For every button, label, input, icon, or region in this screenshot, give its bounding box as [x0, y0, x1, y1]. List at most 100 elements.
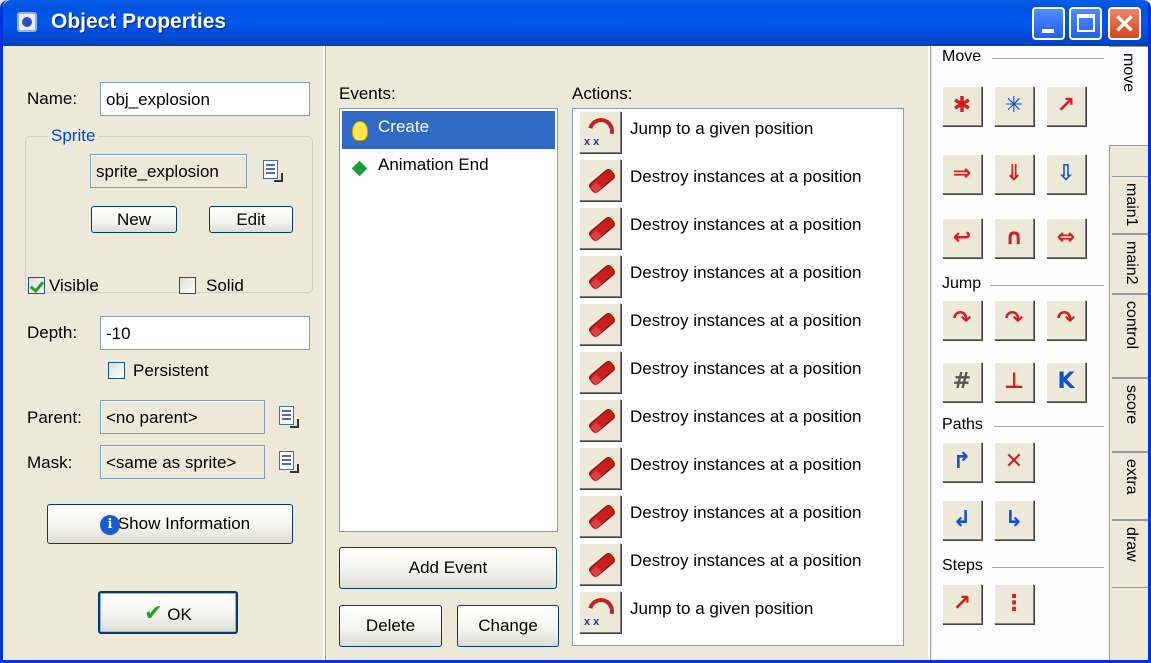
close-button[interactable]: × — [1108, 7, 1141, 40]
event-item-create[interactable]: Create — [342, 111, 555, 149]
speed-horizontal-icon[interactable]: ⇒ — [942, 154, 982, 194]
sprite-edit-button[interactable]: Edit — [209, 206, 293, 233]
step-towards-icon[interactable]: ↗ — [942, 584, 982, 624]
sprite-picker-icon[interactable] — [261, 159, 285, 183]
action-item[interactable]: Jump to a given position — [576, 589, 901, 636]
depth-field[interactable]: -10 — [100, 316, 310, 350]
minimize-button[interactable] — [1032, 7, 1065, 40]
jump-to-random-icon[interactable]: ↷ — [1046, 300, 1086, 340]
jump-to-start-icon[interactable]: ↷ — [994, 300, 1034, 340]
tab-score[interactable]: score — [1112, 378, 1148, 452]
action-label: Jump to a given position — [630, 599, 814, 618]
action-item[interactable]: Destroy instances at a position — [576, 205, 901, 252]
action-item[interactable]: Destroy instances at a position — [576, 493, 901, 540]
move-towards-icon[interactable]: ↗ — [1046, 86, 1086, 126]
section-divider — [992, 567, 1104, 569]
ok-label: OK — [167, 605, 192, 624]
jump-to-position-icon[interactable]: ↷ — [942, 300, 982, 340]
move-fixed-icon[interactable]: ✱ — [942, 86, 982, 126]
section-paths-label: Paths — [942, 416, 983, 433]
action-label: Destroy instances at a position — [630, 551, 862, 570]
action-label: Jump to a given position — [630, 119, 814, 138]
change-event-button[interactable]: Change — [457, 605, 559, 647]
visible-checkbox[interactable] — [28, 277, 45, 294]
object-properties-window: Object Properties × Name: obj_explosion … — [0, 0, 1151, 663]
destroy-position-icon — [579, 255, 621, 297]
depth-label: Depth: — [27, 323, 78, 342]
persistent-checkbox[interactable] — [108, 362, 125, 379]
solid-label: Solid — [206, 276, 244, 295]
tab-main2[interactable]: main2 — [1112, 234, 1148, 294]
mask-picker-icon[interactable] — [277, 450, 301, 474]
action-label: Destroy instances at a position — [630, 503, 862, 522]
parent-picker-icon[interactable] — [277, 405, 301, 429]
set-gravity-icon[interactable]: ⇩ — [1046, 154, 1086, 194]
speed-vertical-icon[interactable]: ⇓ — [994, 154, 1034, 194]
path-position-icon[interactable]: ↲ — [942, 500, 982, 540]
lightbulb-icon — [352, 121, 368, 141]
action-label: Destroy instances at a position — [630, 263, 862, 282]
wrap-screen-icon[interactable]: ⊥ — [994, 362, 1034, 402]
align-to-grid-icon[interactable]: # — [942, 362, 982, 402]
actions-label: Actions: — [572, 84, 633, 103]
tab-extra[interactable]: extra — [1112, 452, 1148, 520]
action-item[interactable]: Jump to a given position — [576, 109, 901, 156]
ok-button[interactable]: ✔ OK — [98, 591, 238, 634]
checkmark-icon: ✔ — [144, 601, 163, 626]
show-information-button[interactable]: i Show Information — [47, 504, 293, 544]
path-speed-icon[interactable]: ↳ — [994, 500, 1034, 540]
tab-label: main1 — [1123, 183, 1140, 227]
green-diamond-icon — [351, 160, 368, 177]
action-item[interactable]: Destroy instances at a position — [576, 445, 901, 492]
parent-field[interactable]: <no parent> — [100, 400, 265, 434]
tab-draw[interactable]: draw — [1112, 520, 1148, 588]
event-item-animation-end[interactable]: Animation End — [342, 149, 555, 187]
solid-checkbox[interactable] — [179, 277, 196, 294]
action-item[interactable]: Destroy instances at a position — [576, 301, 901, 348]
tab-main1[interactable]: main1 — [1112, 176, 1148, 234]
action-item[interactable]: Destroy instances at a position — [576, 349, 901, 396]
action-item[interactable]: Destroy instances at a position — [576, 397, 901, 444]
add-event-button[interactable]: Add Event — [339, 547, 557, 589]
action-label: Destroy instances at a position — [630, 455, 862, 474]
move-free-icon[interactable]: ✳ — [994, 86, 1034, 126]
name-field[interactable]: obj_explosion — [100, 82, 310, 116]
parent-label: Parent: — [27, 408, 82, 427]
action-label: Destroy instances at a position — [630, 311, 862, 330]
maximize-button[interactable] — [1069, 7, 1102, 40]
reverse-horizontal-icon[interactable]: ↩ — [942, 218, 982, 258]
step-avoid-icon[interactable]: ⋮ — [994, 584, 1034, 624]
jump-position-icon — [579, 111, 621, 153]
section-jump-label: Jump — [942, 275, 982, 292]
events-list[interactable]: Create Animation End — [339, 108, 558, 532]
tab-label: extra — [1123, 459, 1140, 495]
visible-label: Visible — [49, 276, 99, 295]
end-path-icon[interactable]: ✕ — [994, 442, 1034, 482]
close-icon: × — [1112, 6, 1137, 39]
delete-event-button[interactable]: Delete — [339, 605, 442, 647]
section-steps-label: Steps — [942, 557, 983, 574]
jump-position-icon — [579, 591, 621, 633]
title-bar[interactable]: Object Properties × — [3, 0, 1148, 46]
section-divider — [992, 58, 1104, 60]
action-label: Destroy instances at a position — [630, 215, 862, 234]
actions-list[interactable]: Jump to a given position Destroy instanc… — [572, 108, 904, 646]
event-item-label: Create — [378, 117, 430, 136]
sprite-new-button[interactable]: New — [91, 206, 177, 233]
tab-label: move — [1120, 53, 1137, 93]
destroy-position-icon — [579, 543, 621, 585]
window-title: Object Properties — [51, 10, 227, 33]
section-divider — [994, 426, 1104, 428]
sprite-field[interactable]: sprite_explosion — [90, 154, 247, 188]
tab-control[interactable]: control — [1112, 294, 1148, 378]
action-item[interactable]: Destroy instances at a position — [576, 541, 901, 588]
set-friction-icon[interactable]: ⇔ — [1046, 218, 1086, 258]
tab-move[interactable]: move — [1109, 46, 1148, 146]
set-path-icon[interactable]: ↱ — [942, 442, 982, 482]
reverse-vertical-icon[interactable]: ∩ — [994, 218, 1034, 258]
action-item[interactable]: Destroy instances at a position — [576, 157, 901, 204]
destroy-position-icon — [579, 159, 621, 201]
move-to-contact-icon[interactable]: K — [1046, 362, 1086, 402]
action-item[interactable]: Destroy instances at a position — [576, 253, 901, 300]
mask-field[interactable]: <same as sprite> — [100, 445, 265, 479]
